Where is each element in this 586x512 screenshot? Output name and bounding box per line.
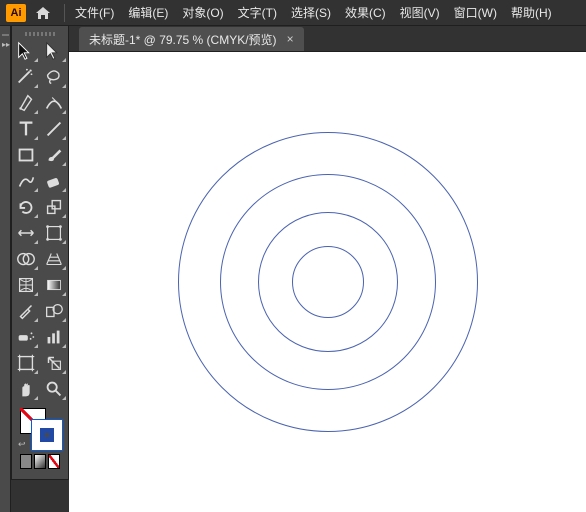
tool-magic-wand[interactable] xyxy=(12,64,40,90)
menu-window[interactable]: 窗口(W) xyxy=(454,4,497,21)
tool-hand[interactable] xyxy=(12,376,40,402)
tool-rectangle[interactable] xyxy=(12,142,40,168)
document-tab-title: 未标题-1* @ 79.75 % (CMYK/预览) xyxy=(89,31,277,48)
tool-scale[interactable] xyxy=(40,194,68,220)
tool-column-graph[interactable] xyxy=(40,324,68,350)
tool-eraser[interactable] xyxy=(40,168,68,194)
menu-effect[interactable]: 效果(C) xyxy=(345,4,386,21)
swap-fill-stroke-icon[interactable]: ↩ xyxy=(18,439,26,450)
menu-object[interactable]: 对象(O) xyxy=(182,4,223,21)
tool-perspective-grid[interactable] xyxy=(40,246,68,272)
tool-rotate[interactable] xyxy=(12,194,40,220)
tool-curvature[interactable] xyxy=(40,90,68,116)
panel-grip-icon[interactable] xyxy=(12,30,68,38)
color-mode-button[interactable] xyxy=(20,454,32,469)
tool-direct-selection[interactable] xyxy=(40,38,68,64)
tool-eyedropper[interactable] xyxy=(12,298,40,324)
tools-panel: ↩ xyxy=(11,26,69,480)
close-icon[interactable]: × xyxy=(287,32,294,46)
app-logo: Ai xyxy=(6,4,26,22)
stroke-swatch[interactable] xyxy=(34,422,60,448)
tool-free-transform[interactable] xyxy=(40,220,68,246)
menu-edit[interactable]: 编辑(E) xyxy=(128,4,168,21)
none-mode-button[interactable] xyxy=(48,454,60,469)
tool-gradient[interactable] xyxy=(40,272,68,298)
tool-blend[interactable] xyxy=(40,298,68,324)
tool-lasso[interactable] xyxy=(40,64,68,90)
menu-file[interactable]: 文件(F) xyxy=(75,4,114,21)
document-tab[interactable]: 未标题-1* @ 79.75 % (CMYK/预览) × xyxy=(79,27,304,51)
tool-pen[interactable] xyxy=(12,90,40,116)
artwork xyxy=(178,132,478,432)
dock-expand-icon: ▸▸ xyxy=(2,40,10,49)
menubar: Ai 文件(F) 编辑(E) 对象(O) 文字(T) 选择(S) 效果(C) 视… xyxy=(0,0,586,26)
ring xyxy=(292,246,364,318)
tool-mesh[interactable] xyxy=(12,272,40,298)
tool-shaper[interactable] xyxy=(12,168,40,194)
dock-handle-icon xyxy=(2,34,9,36)
menu-type[interactable]: 文字(T) xyxy=(238,4,277,21)
canvas[interactable] xyxy=(69,52,586,512)
menu-view[interactable]: 视图(V) xyxy=(400,4,440,21)
menu-select[interactable]: 选择(S) xyxy=(291,4,331,21)
tool-line-segment[interactable] xyxy=(40,116,68,142)
menu-items: 文件(F) 编辑(E) 对象(O) 文字(T) 选择(S) 效果(C) 视图(V… xyxy=(75,4,552,21)
menu-separator xyxy=(64,4,65,22)
menu-help[interactable]: 帮助(H) xyxy=(511,4,552,21)
fill-stroke-swatch[interactable]: ↩ xyxy=(20,408,60,448)
tool-width[interactable] xyxy=(12,220,40,246)
tool-type[interactable] xyxy=(12,116,40,142)
tool-paintbrush[interactable] xyxy=(40,142,68,168)
gradient-mode-button[interactable] xyxy=(34,454,46,469)
fill-stroke-area: ↩ xyxy=(12,402,68,473)
tool-symbol-sprayer[interactable] xyxy=(12,324,40,350)
dock-strip[interactable]: ▸▸ xyxy=(0,26,11,512)
tool-artboard[interactable] xyxy=(12,350,40,376)
tool-zoom[interactable] xyxy=(40,376,68,402)
stroke-swatch-inner xyxy=(40,428,54,442)
tool-slice[interactable] xyxy=(40,350,68,376)
tool-selection[interactable] xyxy=(12,38,40,64)
tool-shape-builder[interactable] xyxy=(12,246,40,272)
document-tab-strip: 未标题-1* @ 79.75 % (CMYK/预览) × xyxy=(69,26,586,52)
home-icon[interactable] xyxy=(32,6,54,20)
